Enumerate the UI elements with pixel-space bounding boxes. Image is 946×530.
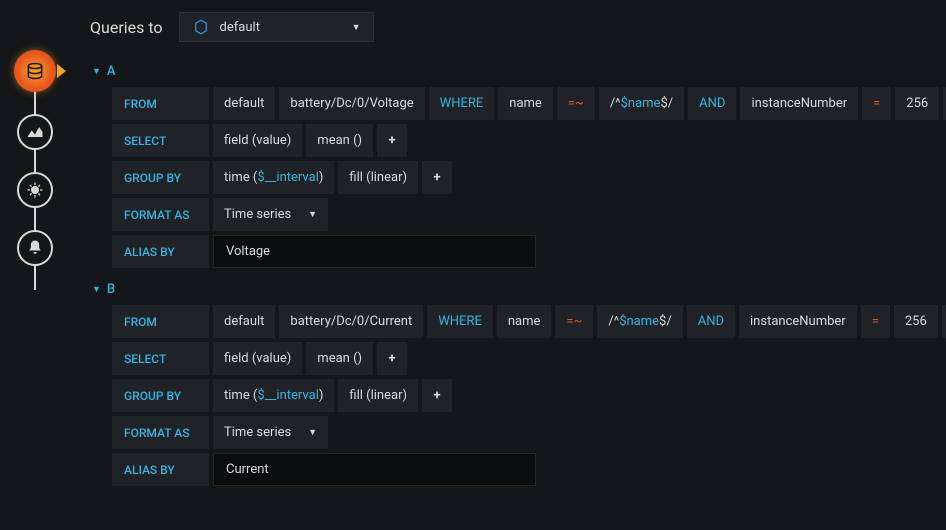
sidebar-nav [0, 0, 70, 530]
query-a-format-row: FORMAT AS Time series ▼ [112, 198, 944, 231]
datasource-hex-icon [192, 18, 210, 36]
queries-header: Queries to default ▼ [90, 12, 944, 42]
queries-header-title: Queries to [90, 18, 163, 37]
where-value-256[interactable]: 256 [895, 87, 939, 120]
query-a-id: A [107, 64, 116, 79]
where-tag-name[interactable]: name [498, 87, 553, 120]
query-block-a: ▼ A FROM default battery/Dc/0/Voltage WH… [90, 60, 944, 268]
chevron-down-icon: ▼ [308, 209, 317, 220]
format-select[interactable]: Time series ▼ [213, 416, 328, 449]
where-value-regex[interactable]: /^$name$/ [597, 305, 682, 338]
alias-label: ALIAS BY [112, 235, 209, 268]
nav-bell-icon[interactable] [17, 230, 53, 266]
select-add-button[interactable]: + [377, 342, 407, 375]
alias-input[interactable] [213, 235, 536, 268]
nav-datasource-icon[interactable] [14, 50, 56, 92]
from-measurement[interactable]: battery/Dc/0/Voltage [279, 87, 424, 120]
caret-down-icon: ▼ [92, 284, 101, 295]
where-tag-name[interactable]: name [497, 305, 552, 338]
select-label: SELECT [112, 342, 209, 375]
where-keyword[interactable]: WHERE [427, 305, 493, 338]
groupby-time[interactable]: time ($__interval) [213, 161, 334, 194]
query-a-alias-row: ALIAS BY [112, 235, 944, 268]
from-label: FROM [112, 305, 209, 338]
chevron-down-icon: ▼ [352, 22, 361, 33]
query-b-select-row: SELECT field (value) mean () + [112, 342, 944, 375]
datasource-name: default [220, 20, 342, 35]
main-panel: Queries to default ▼ ▼ A FROM default ba… [90, 0, 946, 486]
and-keyword[interactable]: AND [688, 87, 736, 120]
query-a-from-row: FROM default battery/Dc/0/Voltage WHERE … [112, 87, 944, 120]
query-block-b: ▼ B FROM default battery/Dc/0/Current WH… [90, 278, 944, 486]
where-op-eq[interactable]: = [862, 87, 891, 120]
from-retention[interactable]: default [213, 87, 275, 120]
format-label: FORMAT AS [112, 198, 209, 231]
groupby-add-button[interactable]: + [422, 379, 452, 412]
query-b-format-row: FORMAT AS Time series ▼ [112, 416, 944, 449]
chevron-down-icon: ▼ [308, 427, 317, 438]
from-retention[interactable]: default [213, 305, 275, 338]
query-a-toggle[interactable]: ▼ A [90, 60, 944, 87]
from-label: FROM [112, 87, 209, 120]
select-add-button[interactable]: + [377, 124, 407, 157]
select-label: SELECT [112, 124, 209, 157]
select-agg[interactable]: mean () [306, 342, 373, 375]
query-b-id: B [107, 282, 115, 297]
select-field[interactable]: field (value) [213, 342, 302, 375]
and-keyword[interactable]: AND [687, 305, 735, 338]
groupby-add-button[interactable]: + [422, 161, 452, 194]
select-agg[interactable]: mean () [306, 124, 373, 157]
groupby-fill[interactable]: fill (linear) [338, 161, 418, 194]
nav-gear-bug-icon[interactable] [17, 172, 53, 208]
query-a-select-row: SELECT field (value) mean () + [112, 124, 944, 157]
where-op-regex[interactable]: =~ [557, 87, 595, 120]
groupby-time[interactable]: time ($__interval) [213, 379, 334, 412]
query-b-alias-row: ALIAS BY [112, 453, 944, 486]
datasource-select[interactable]: default ▼ [179, 12, 374, 42]
format-select[interactable]: Time series ▼ [213, 198, 328, 231]
where-tag-instance[interactable]: instanceNumber [739, 305, 857, 338]
select-field[interactable]: field (value) [213, 124, 302, 157]
query-a-groupby-row: GROUP BY time ($__interval) fill (linear… [112, 161, 944, 194]
where-op-eq[interactable]: = [861, 305, 890, 338]
where-value-regex[interactable]: /^$name$/ [599, 87, 684, 120]
where-op-regex[interactable]: =~ [555, 305, 593, 338]
alias-label: ALIAS BY [112, 453, 209, 486]
query-b-groupby-row: GROUP BY time ($__interval) fill (linear… [112, 379, 944, 412]
groupby-fill[interactable]: fill (linear) [338, 379, 418, 412]
where-add-button[interactable]: + [942, 305, 946, 338]
groupby-label: GROUP BY [112, 161, 209, 194]
nav-graph-icon[interactable] [17, 114, 53, 150]
query-b-toggle[interactable]: ▼ B [90, 278, 944, 305]
alias-input[interactable] [213, 453, 536, 486]
where-keyword[interactable]: WHERE [429, 87, 495, 120]
query-b-from-row: FROM default battery/Dc/0/Current WHERE … [112, 305, 944, 338]
groupby-label: GROUP BY [112, 379, 209, 412]
format-label: FORMAT AS [112, 416, 209, 449]
where-tag-instance[interactable]: instanceNumber [740, 87, 858, 120]
where-value-256[interactable]: 256 [894, 305, 938, 338]
caret-down-icon: ▼ [92, 66, 101, 77]
from-measurement[interactable]: battery/Dc/0/Current [279, 305, 423, 338]
